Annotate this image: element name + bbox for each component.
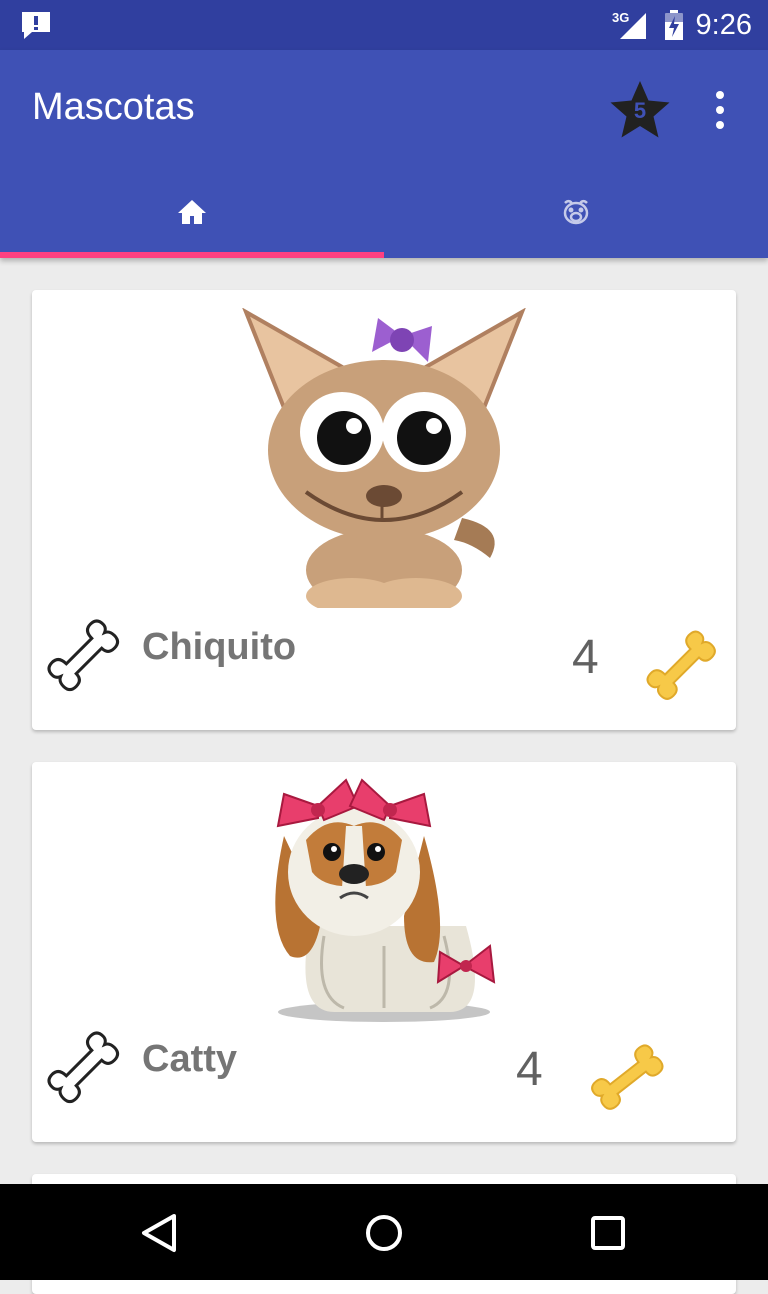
- system-navigation-bar: [0, 1184, 768, 1280]
- back-icon[interactable]: [134, 1208, 184, 1258]
- overflow-menu-button[interactable]: [704, 86, 736, 134]
- pet-card[interactable]: Chiquito 4: [32, 290, 736, 730]
- battery-icon: [664, 10, 684, 45]
- clock: 9:26: [695, 9, 752, 41]
- pet-icon: [560, 196, 592, 228]
- bone-rate-button[interactable]: [642, 626, 722, 706]
- favorites-count-badge: 5: [633, 98, 647, 123]
- tab-home[interactable]: [0, 160, 384, 258]
- signal-icon: [618, 12, 648, 45]
- more-vert-icon: [716, 91, 724, 129]
- home-nav-icon[interactable]: [359, 1208, 409, 1258]
- app-title: Mascotas: [32, 86, 195, 128]
- home-icon: [176, 196, 208, 228]
- status-bar: 3G 9:26: [0, 0, 768, 50]
- notification-icon: [20, 10, 52, 45]
- pet-name: Chiquito: [142, 626, 297, 668]
- bone-outline-icon: [47, 1031, 120, 1104]
- pet-rating: 4: [572, 631, 599, 684]
- app-bar: Mascotas 5: [0, 50, 768, 258]
- cavalier-dog-image: [275, 778, 496, 1022]
- bone-rate-button[interactable]: [588, 1038, 668, 1118]
- pet-name: Catty: [142, 1038, 238, 1080]
- pet-rating: 4: [516, 1043, 543, 1096]
- pet-card[interactable]: Catty 4: [32, 762, 736, 1142]
- favorites-button[interactable]: 5: [608, 78, 672, 142]
- chihuahua-image: [242, 308, 526, 608]
- bone-outline-icon: [47, 619, 120, 692]
- tab-indicator: [0, 252, 384, 258]
- tab-pets[interactable]: [384, 160, 768, 258]
- recents-icon[interactable]: [583, 1208, 633, 1258]
